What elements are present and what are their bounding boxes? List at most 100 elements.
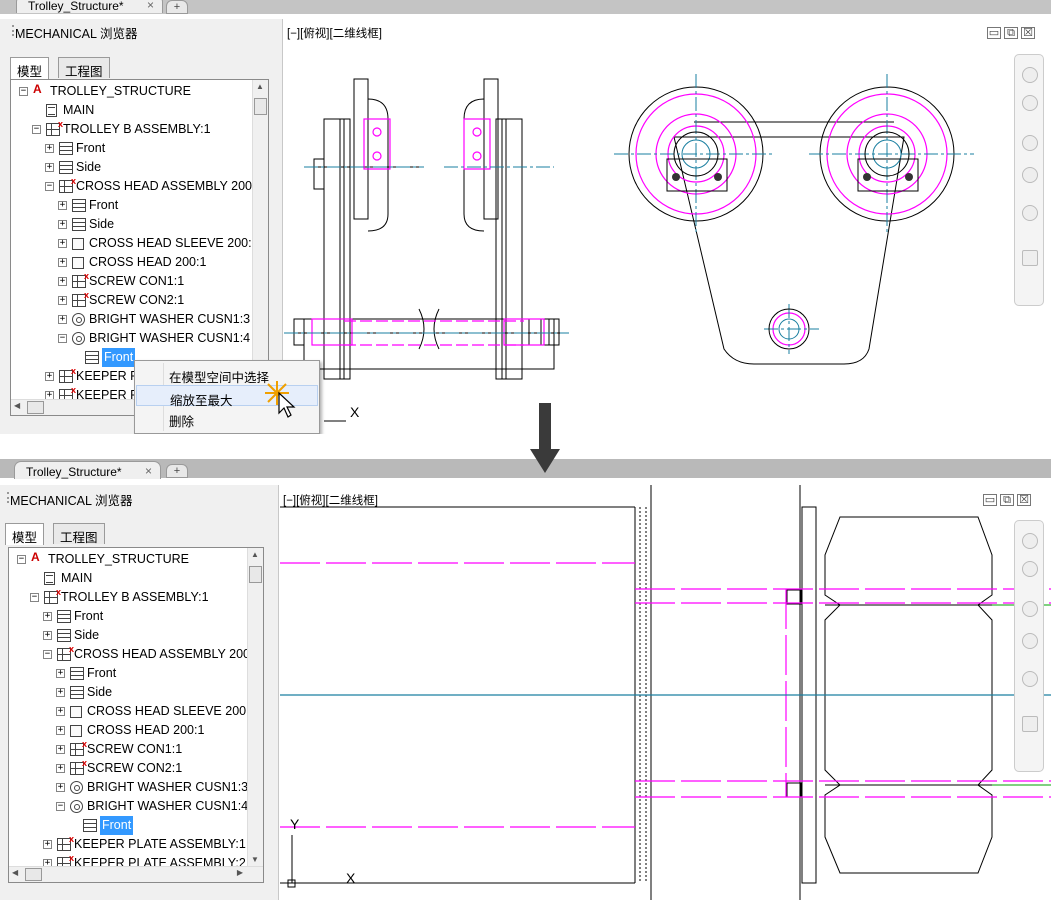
- collapse-icon[interactable]: −: [56, 802, 65, 811]
- scroll-thumb[interactable]: [27, 401, 44, 414]
- part-icon: [70, 725, 82, 737]
- scroll-thumb[interactable]: [254, 98, 267, 115]
- tree-item-label: TROLLEY_STRUCTURE: [48, 552, 189, 566]
- document-icon: [44, 572, 55, 585]
- view-icon: [83, 819, 97, 832]
- view-icon: [70, 686, 84, 699]
- washer-icon: [72, 332, 85, 345]
- new-tab-button-2[interactable]: +: [166, 464, 188, 478]
- vertical-scrollbar[interactable]: ▲▼: [252, 80, 268, 399]
- close-icon[interactable]: ×: [147, 0, 154, 12]
- expand-icon[interactable]: +: [58, 315, 67, 324]
- minimize-icon[interactable]: ▭: [983, 494, 997, 506]
- separator-band: [0, 434, 1051, 459]
- expand-icon[interactable]: +: [58, 258, 67, 267]
- pan-icon[interactable]: [1022, 135, 1038, 151]
- expand-icon[interactable]: +: [56, 688, 65, 697]
- assembly-icon: x: [46, 120, 63, 136]
- scroll-left-icon[interactable]: ◀: [14, 401, 20, 410]
- browser-title-2: MECHANICAL 浏览器: [6, 490, 132, 509]
- collapse-icon[interactable]: −: [43, 650, 52, 659]
- expand-icon[interactable]: +: [58, 277, 67, 286]
- washer-icon: [72, 313, 85, 326]
- model-tree-2: − A TROLLEY_STRUCTURE MAIN − x TROLLEY B ASSEM…: [8, 547, 264, 883]
- collapse-icon[interactable]: −: [17, 555, 26, 564]
- context-menu: 在模型空间中选择 缩放至最大 删除: [134, 360, 320, 434]
- expand-icon[interactable]: +: [56, 745, 65, 754]
- scroll-up-icon[interactable]: ▲: [251, 550, 259, 559]
- steering-wheel-icon[interactable]: [1022, 561, 1038, 577]
- orbit-icon[interactable]: [1022, 205, 1038, 221]
- orbit-icon[interactable]: [1022, 671, 1038, 687]
- viewport-label-2[interactable]: [−][俯视][二维线框]: [283, 492, 378, 508]
- expand-icon[interactable]: +: [56, 707, 65, 716]
- expand-icon[interactable]: +: [56, 764, 65, 773]
- tree-item-label: CROSS HEAD SLEEVE 200:1: [89, 236, 259, 250]
- close-icon[interactable]: ×: [145, 464, 152, 478]
- scroll-down-icon[interactable]: ▼: [251, 855, 259, 864]
- root-icon: A: [33, 82, 42, 96]
- document-tab-2[interactable]: Trolley_Structure* ×: [14, 461, 161, 479]
- expand-icon[interactable]: +: [43, 612, 52, 621]
- expand-icon[interactable]: +: [43, 840, 52, 849]
- viewport-label[interactable]: [−][俯视][二维线框]: [287, 25, 382, 41]
- navigation-bar-2: [1014, 520, 1044, 772]
- mouse-cursor-icon: [265, 381, 296, 418]
- restore-icon[interactable]: ⧉: [1000, 494, 1014, 506]
- expand-icon[interactable]: +: [56, 783, 65, 792]
- tree-item-label: CROSS HEAD SLEEVE 200:1: [87, 704, 257, 718]
- tree-item-label: MAIN: [61, 571, 93, 585]
- viewcube-icon[interactable]: [1022, 533, 1038, 549]
- zoom-icon[interactable]: [1022, 167, 1038, 183]
- steering-wheel-icon[interactable]: [1022, 95, 1038, 111]
- viewcube-icon[interactable]: [1022, 67, 1038, 83]
- tab-model-2[interactable]: 模型: [5, 523, 45, 545]
- tab-drawing[interactable]: 工程图: [58, 57, 110, 79]
- scroll-left-icon[interactable]: ◀: [12, 868, 18, 877]
- new-tab-button[interactable]: +: [166, 0, 188, 14]
- expand-icon[interactable]: +: [56, 726, 65, 735]
- vertical-scrollbar[interactable]: ▲▼: [247, 548, 263, 866]
- expand-icon[interactable]: +: [58, 296, 67, 305]
- drawing-viewport-2[interactable]: [−][俯视][二维线框] ▭ ⧉ ☒ Y X: [280, 485, 1051, 900]
- assembly-icon: x: [72, 291, 89, 307]
- close-viewport-icon[interactable]: ☒: [1021, 27, 1035, 39]
- scroll-thumb[interactable]: [25, 868, 42, 881]
- after-screenshot: Trolley_Structure* × + MECHANICAL 浏览器 模型 …: [0, 459, 1051, 900]
- showmotion-icon[interactable]: [1022, 250, 1038, 266]
- collapse-icon[interactable]: −: [58, 334, 67, 343]
- assembly-icon: x: [59, 367, 76, 383]
- tab-model[interactable]: 模型: [10, 57, 50, 79]
- document-tab[interactable]: Trolley_Structure* ×: [16, 0, 163, 13]
- collapse-icon[interactable]: −: [32, 125, 41, 134]
- showmotion-icon[interactable]: [1022, 716, 1038, 732]
- scroll-thumb[interactable]: [249, 566, 262, 583]
- expand-icon[interactable]: +: [58, 239, 67, 248]
- tree-item-label: BRIGHT WASHER CUSN1:3: [87, 780, 249, 794]
- restore-icon[interactable]: ⧉: [1004, 27, 1018, 39]
- horizontal-scrollbar[interactable]: ◀▶: [9, 866, 263, 882]
- close-viewport-icon[interactable]: ☒: [1017, 494, 1031, 506]
- tree-item-label: SCREW CON1:1: [87, 742, 183, 756]
- pan-icon[interactable]: [1022, 601, 1038, 617]
- expand-icon[interactable]: +: [43, 631, 52, 640]
- expand-icon[interactable]: +: [45, 372, 54, 381]
- expand-icon[interactable]: +: [58, 201, 67, 210]
- scroll-up-icon[interactable]: ▲: [256, 82, 264, 91]
- tree-item-label: CROSS HEAD ASSEMBLY 200: [76, 179, 253, 193]
- minimize-icon[interactable]: ▭: [987, 27, 1001, 39]
- tree-item-label: CROSS HEAD 200:1: [87, 723, 205, 737]
- zoom-icon[interactable]: [1022, 633, 1038, 649]
- collapse-icon[interactable]: −: [30, 593, 39, 602]
- document-tab-label: Trolley_Structure*: [28, 0, 124, 13]
- assembly-icon: x: [57, 835, 74, 851]
- collapse-icon[interactable]: −: [45, 182, 54, 191]
- expand-icon[interactable]: +: [56, 669, 65, 678]
- collapse-icon[interactable]: −: [19, 87, 28, 96]
- scroll-right-icon[interactable]: ▶: [237, 868, 243, 877]
- expand-icon[interactable]: +: [58, 220, 67, 229]
- expand-icon[interactable]: +: [45, 163, 54, 172]
- drawing-viewport[interactable]: [−][俯视][二维线框] ▭ ⧉ ☒ X: [284, 19, 1051, 434]
- tab-drawing-2[interactable]: 工程图: [53, 523, 105, 545]
- expand-icon[interactable]: +: [45, 144, 54, 153]
